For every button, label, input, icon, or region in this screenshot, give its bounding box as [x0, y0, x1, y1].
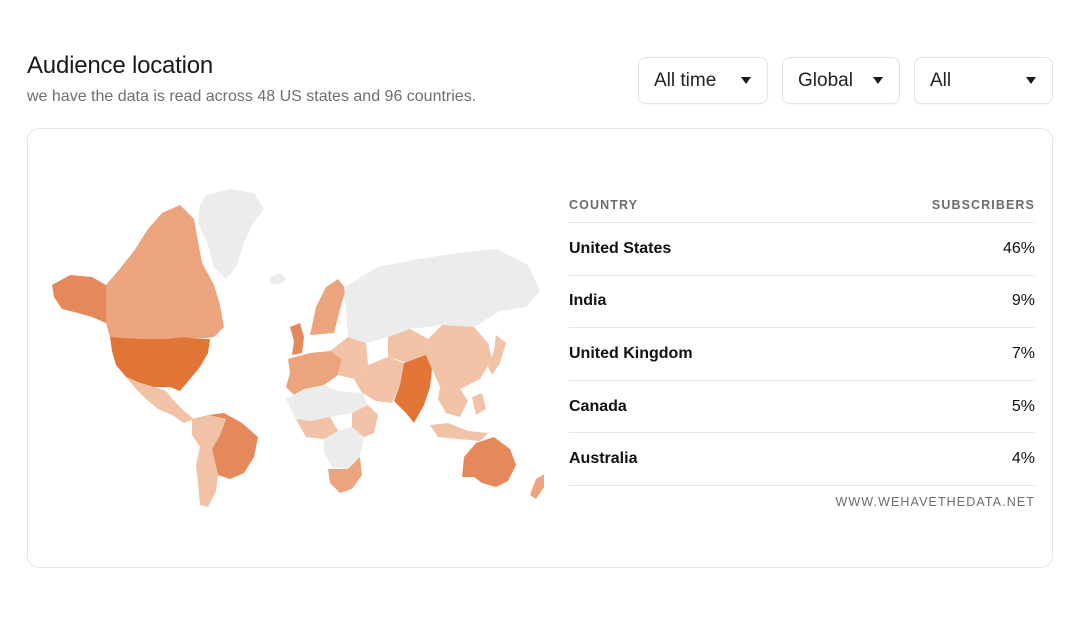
column-header-country: COUNTRY [569, 197, 639, 212]
country-name: Canada [569, 397, 627, 415]
region-dropdown[interactable]: Global [782, 57, 900, 104]
top-countries-table: COUNTRY SUBSCRIBERS United States 46% In… [569, 187, 1035, 509]
table-row: Australia 4% [569, 433, 1035, 486]
subscriber-share: 46% [1002, 239, 1035, 257]
country-name: United States [569, 239, 672, 257]
world-map [52, 189, 544, 507]
source-credit: WWW.WEHAVETHEDATA.NET [835, 494, 1035, 509]
country-name: India [569, 292, 607, 310]
region-united-kingdom [290, 323, 304, 355]
table-header: COUNTRY SUBSCRIBERS [569, 187, 1035, 223]
time-range-value: All time [654, 69, 717, 91]
table-row: Canada 5% [569, 381, 1035, 434]
region-iceland [270, 273, 286, 285]
subscriber-share: 4% [1011, 450, 1035, 468]
caret-down-icon [1026, 77, 1036, 84]
column-header-subscribers: SUBSCRIBERS [931, 197, 1035, 212]
region-new-zealand [530, 474, 544, 499]
caret-down-icon [741, 77, 751, 84]
region-australia [462, 437, 516, 487]
region-greenland [198, 189, 264, 279]
subscriber-share: 9% [1011, 292, 1035, 310]
country-name: United Kingdom [569, 344, 693, 362]
region-southeast-asia [438, 387, 468, 417]
type-value: All [930, 69, 952, 91]
page-subtitle: we have the data is read across 48 US st… [27, 88, 477, 105]
region-philippines [472, 393, 486, 415]
subscriber-share: 7% [1011, 344, 1035, 362]
type-dropdown[interactable]: All [914, 57, 1053, 104]
page-title: Audience location [27, 52, 214, 79]
region-indonesia [430, 423, 488, 441]
table-row: United Kingdom 7% [569, 328, 1035, 381]
region-china [426, 325, 492, 389]
table-row: United States 46% [569, 223, 1035, 276]
region-scandinavia [310, 279, 346, 335]
time-range-dropdown[interactable]: All time [638, 57, 768, 104]
region-alaska [52, 275, 106, 323]
region-united-states [110, 337, 210, 391]
region-value: Global [798, 69, 853, 91]
table-row: India 9% [569, 276, 1035, 329]
country-name: Australia [569, 450, 638, 468]
caret-down-icon [873, 77, 883, 84]
audience-card: COUNTRY SUBSCRIBERS United States 46% In… [27, 128, 1053, 568]
subscriber-share: 5% [1011, 397, 1035, 415]
audience-location-page: Audience location we have the data is re… [0, 0, 1080, 623]
